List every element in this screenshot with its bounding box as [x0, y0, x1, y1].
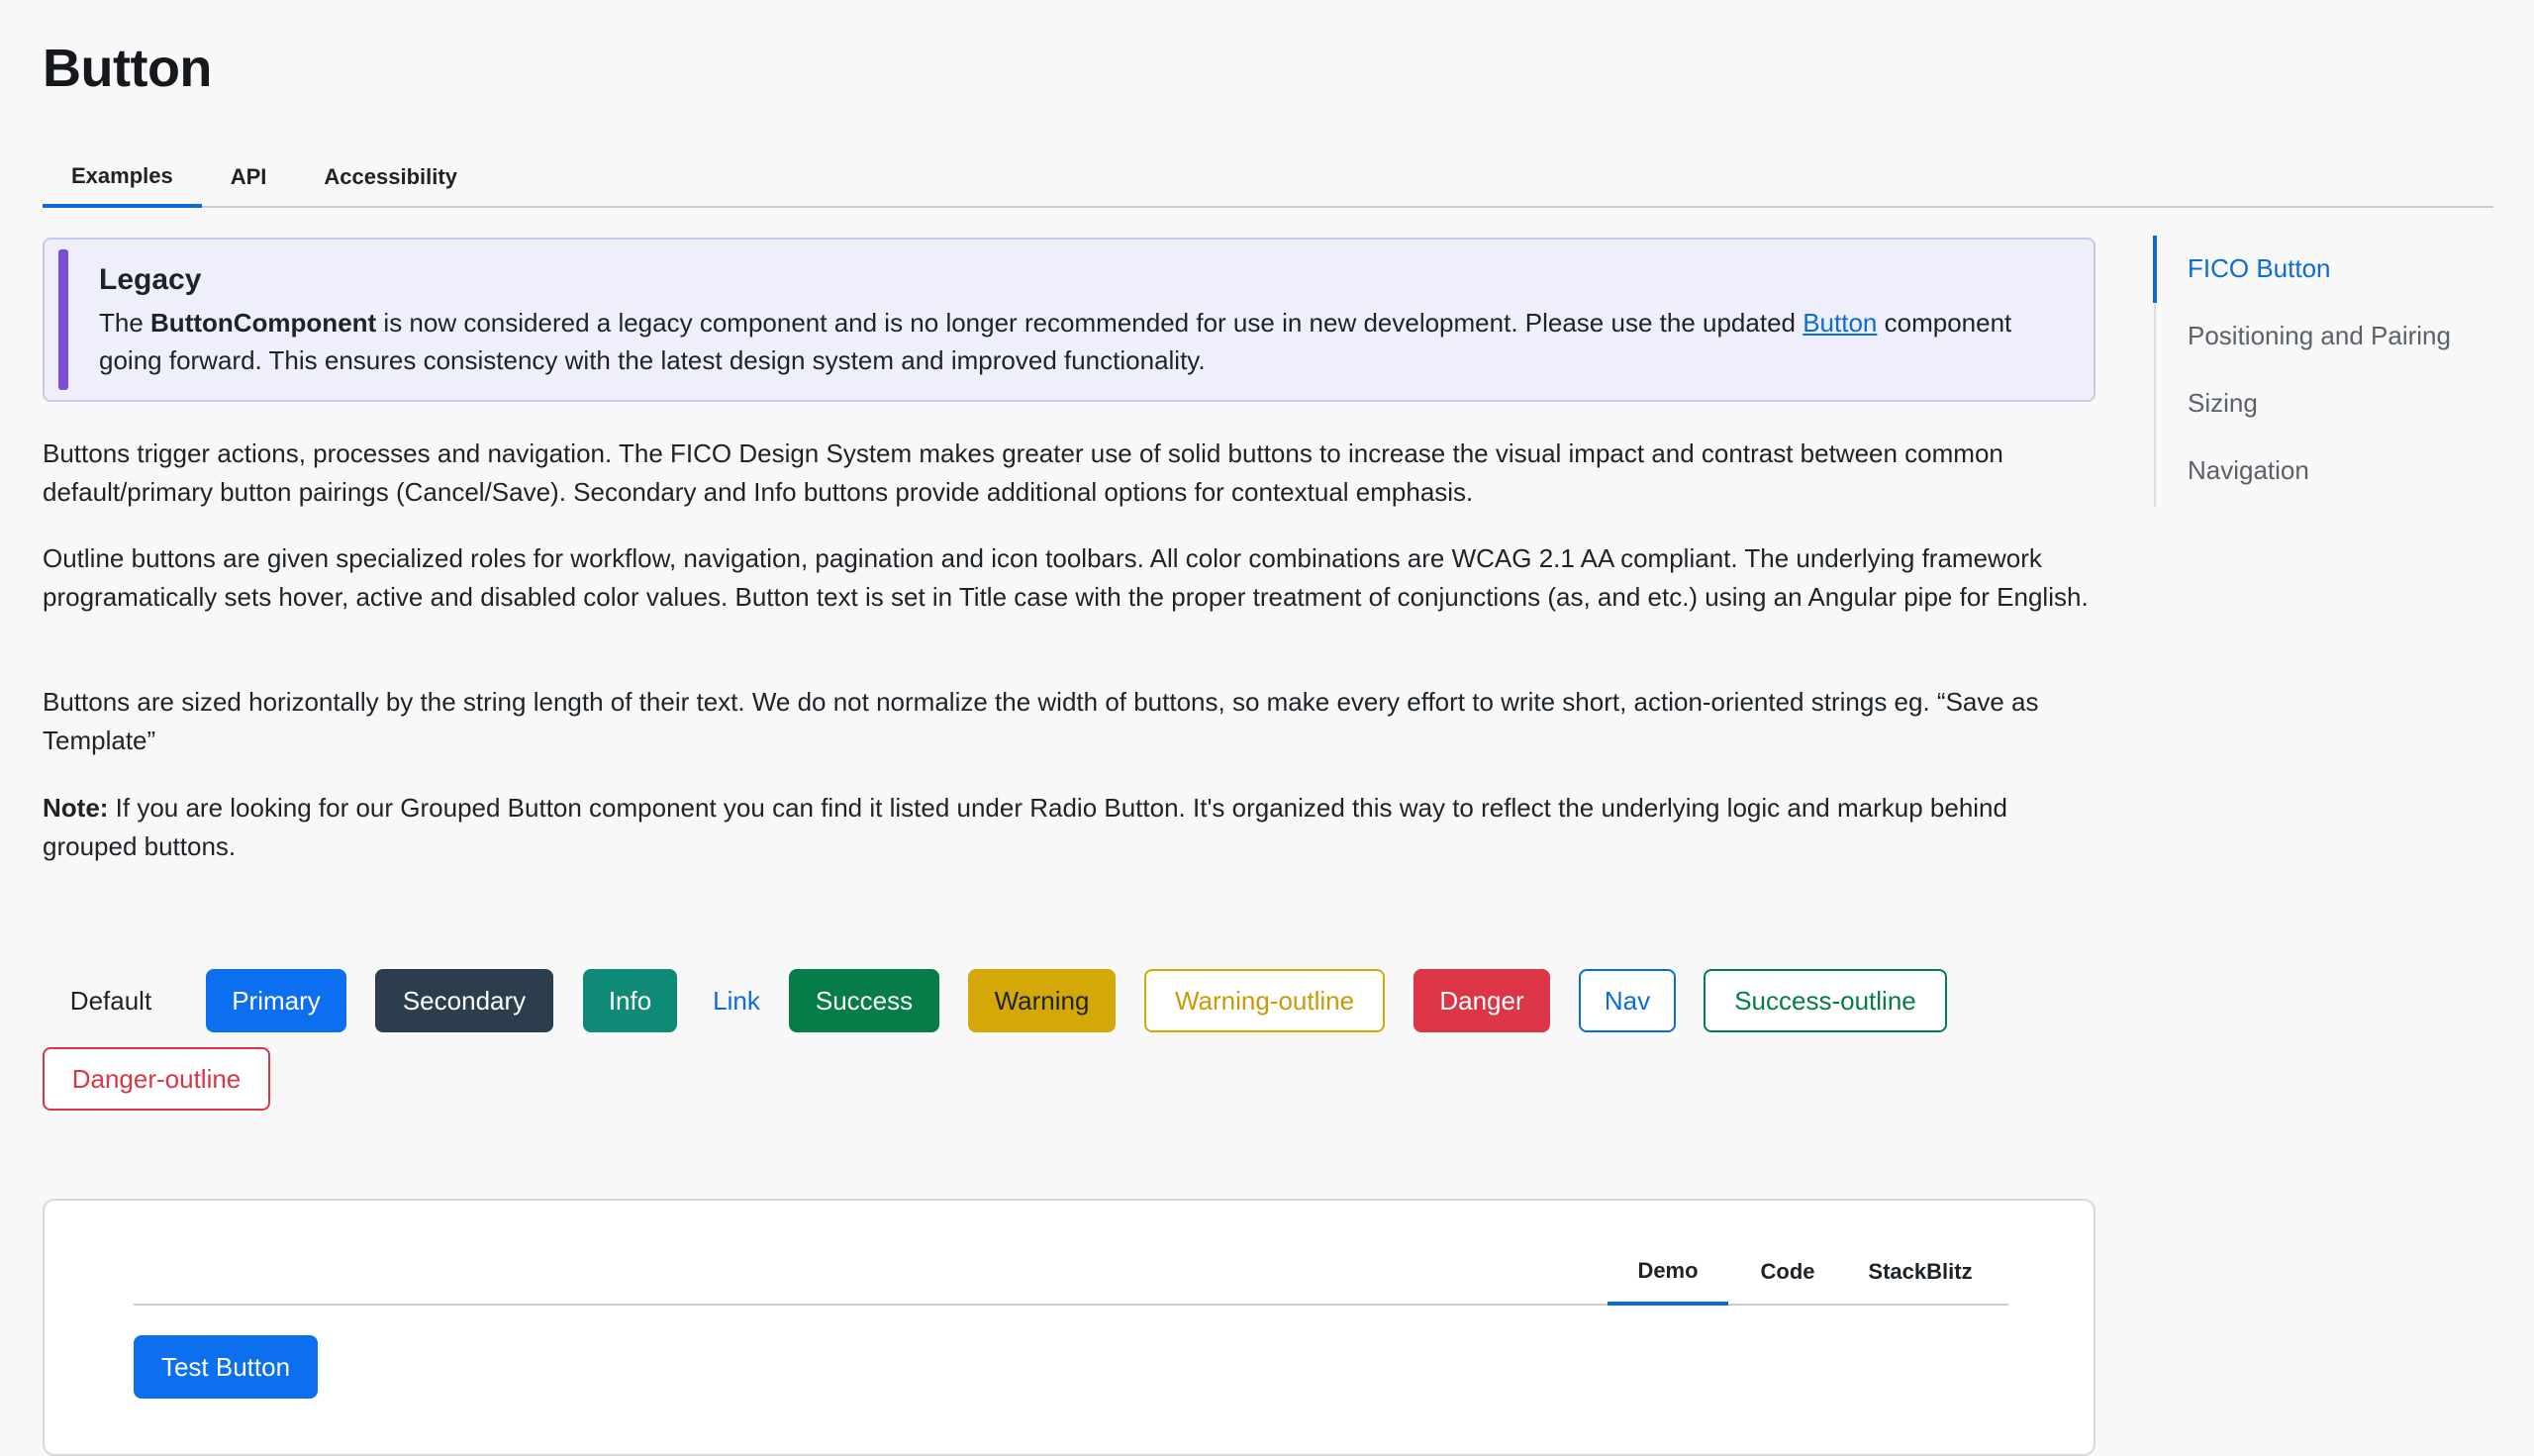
test-button[interactable]: Test Button — [134, 1335, 318, 1399]
danger-outline-button[interactable]: Danger-outline — [43, 1047, 270, 1111]
callout-button-link[interactable]: Button — [1803, 308, 1877, 338]
note-label: Note: — [43, 793, 109, 823]
secondary-button[interactable]: Secondary — [375, 969, 553, 1032]
callout-title: Legacy — [99, 263, 202, 296]
toc-item-fico-button[interactable]: FICO Button — [2188, 253, 2331, 284]
note-text: If you are looking for our Grouped Butto… — [43, 793, 2007, 861]
page-title: Button — [43, 39, 212, 98]
tab-demo[interactable]: Demo — [1608, 1240, 1728, 1306]
warning-button[interactable]: Warning — [968, 969, 1116, 1032]
danger-button[interactable]: Danger — [1413, 969, 1550, 1032]
tab-accessibility[interactable]: Accessibility — [295, 148, 486, 206]
sizing-paragraph: Buttons are sized horizontally by the st… — [43, 687, 2039, 755]
nav-button[interactable]: Nav — [1579, 969, 1676, 1032]
success-button[interactable]: Success — [789, 969, 939, 1032]
tab-api[interactable]: API — [202, 148, 296, 206]
toc-item-navigation[interactable]: Navigation — [2188, 455, 2309, 486]
intro-paragraph: Buttons trigger actions, processes and n… — [43, 438, 2003, 507]
toc-active-indicator — [2153, 236, 2157, 303]
warning-outline-button[interactable]: Warning-outline — [1144, 969, 1385, 1032]
tab-stackblitz[interactable]: StackBlitz — [1847, 1240, 1994, 1304]
success-outline-button[interactable]: Success-outline — [1704, 969, 1947, 1032]
primary-button[interactable]: Primary — [206, 969, 346, 1032]
info-button[interactable]: Info — [583, 969, 677, 1032]
toc-item-sizing[interactable]: Sizing — [2188, 388, 2258, 419]
callout-component-name: ButtonComponent — [150, 308, 377, 338]
default-button[interactable]: Default — [43, 969, 179, 1032]
outline-paragraph: Outline buttons are given specialized ro… — [43, 543, 2089, 612]
callout-text-prefix: The — [99, 308, 151, 338]
demo-card: Demo Code StackBlitz Test Button — [43, 1199, 2095, 1456]
callout-text: The ButtonComponent is now considered a … — [99, 304, 2069, 379]
tab-examples[interactable]: Examples — [43, 148, 202, 208]
tab-code[interactable]: Code — [1738, 1240, 1837, 1304]
legacy-callout: Legacy The ButtonComponent is now consid… — [43, 238, 2095, 402]
note-paragraph: Note: If you are looking for our Grouped… — [43, 789, 2101, 865]
demo-tabs: Demo Code StackBlitz — [134, 1240, 2008, 1306]
callout-text-mid: is now considered a legacy component and… — [376, 308, 1803, 338]
page-tabs: Examples API Accessibility — [43, 148, 2493, 208]
link-button[interactable]: Link — [703, 969, 770, 1032]
table-of-contents: FICO Button Positioning and Pairing Sizi… — [2153, 236, 2492, 507]
callout-accent-bar — [58, 249, 68, 390]
toc-item-positioning-and-pairing[interactable]: Positioning and Pairing — [2188, 321, 2451, 351]
